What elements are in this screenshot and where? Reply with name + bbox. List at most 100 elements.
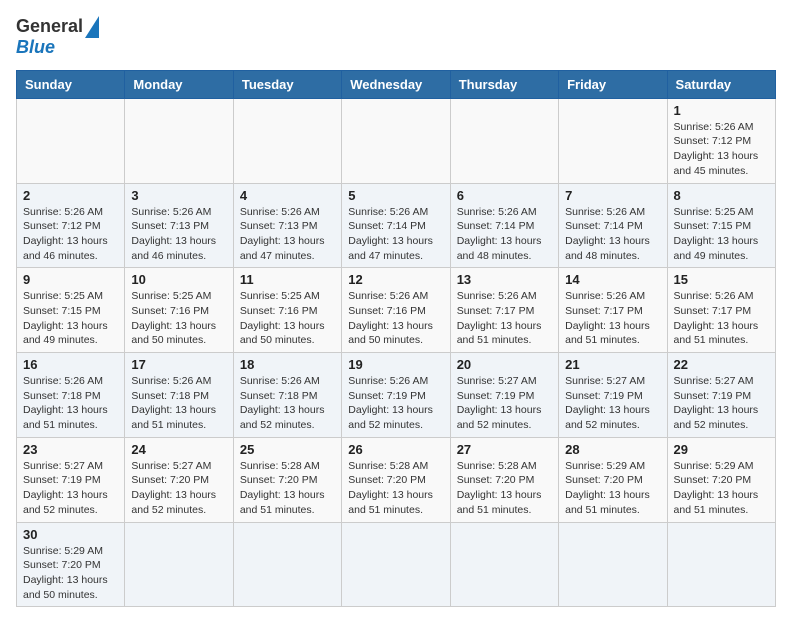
calendar-cell: 15 Sunrise: 5:26 AM Sunset: 7:17 PM Dayli…: [667, 268, 775, 353]
day-info: Sunrise: 5:27 AM Sunset: 7:19 PM Dayligh…: [457, 374, 552, 433]
calendar-cell: 13 Sunrise: 5:26 AM Sunset: 7:17 PM Dayli…: [450, 268, 558, 353]
day-number: 15: [674, 272, 769, 287]
calendar-cell: 24 Sunrise: 5:27 AM Sunset: 7:20 PM Dayli…: [125, 437, 233, 522]
day-number: 24: [131, 442, 226, 457]
day-info: Sunrise: 5:26 AM Sunset: 7:13 PM Dayligh…: [131, 205, 226, 264]
calendar-cell: 9 Sunrise: 5:25 AM Sunset: 7:15 PM Daylig…: [17, 268, 125, 353]
calendar-cell: 14 Sunrise: 5:26 AM Sunset: 7:17 PM Dayli…: [559, 268, 667, 353]
calendar-cell: [17, 98, 125, 183]
day-number: 10: [131, 272, 226, 287]
day-number: 26: [348, 442, 443, 457]
day-number: 20: [457, 357, 552, 372]
calendar-cell: 21 Sunrise: 5:27 AM Sunset: 7:19 PM Dayli…: [559, 353, 667, 438]
day-info: Sunrise: 5:26 AM Sunset: 7:13 PM Dayligh…: [240, 205, 335, 264]
day-number: 9: [23, 272, 118, 287]
day-number: 6: [457, 188, 552, 203]
day-info: Sunrise: 5:29 AM Sunset: 7:20 PM Dayligh…: [23, 544, 118, 603]
day-number: 28: [565, 442, 660, 457]
calendar-cell: [559, 522, 667, 607]
day-number: 2: [23, 188, 118, 203]
calendar-cell: [125, 522, 233, 607]
calendar-cell: 4 Sunrise: 5:26 AM Sunset: 7:13 PM Daylig…: [233, 183, 341, 268]
calendar-cell: 26 Sunrise: 5:28 AM Sunset: 7:20 PM Dayli…: [342, 437, 450, 522]
day-info: Sunrise: 5:26 AM Sunset: 7:18 PM Dayligh…: [240, 374, 335, 433]
day-info: Sunrise: 5:27 AM Sunset: 7:19 PM Dayligh…: [565, 374, 660, 433]
calendar-cell: 17 Sunrise: 5:26 AM Sunset: 7:18 PM Dayli…: [125, 353, 233, 438]
calendar-week-3: 9 Sunrise: 5:25 AM Sunset: 7:15 PM Daylig…: [17, 268, 776, 353]
calendar-cell: 23Sunrise: 5:27 AM Sunset: 7:19 PM Dayli…: [17, 437, 125, 522]
calendar-cell: [559, 98, 667, 183]
calendar-cell: 8 Sunrise: 5:25 AM Sunset: 7:15 PM Daylig…: [667, 183, 775, 268]
day-number: 3: [131, 188, 226, 203]
weekday-wednesday: Wednesday: [342, 70, 450, 98]
calendar-cell: 7Sunrise: 5:26 AM Sunset: 7:14 PM Daylig…: [559, 183, 667, 268]
day-info: Sunrise: 5:27 AM Sunset: 7:20 PM Dayligh…: [131, 459, 226, 518]
day-info: Sunrise: 5:26 AM Sunset: 7:17 PM Dayligh…: [457, 289, 552, 348]
calendar-cell: [450, 522, 558, 607]
day-number: 17: [131, 357, 226, 372]
day-info: Sunrise: 5:25 AM Sunset: 7:16 PM Dayligh…: [131, 289, 226, 348]
day-number: 14: [565, 272, 660, 287]
day-info: Sunrise: 5:28 AM Sunset: 7:20 PM Dayligh…: [457, 459, 552, 518]
day-number: 11: [240, 272, 335, 287]
day-info: Sunrise: 5:26 AM Sunset: 7:14 PM Dayligh…: [565, 205, 660, 264]
calendar-week-2: 2 Sunrise: 5:26 AM Sunset: 7:12 PM Daylig…: [17, 183, 776, 268]
logo-triangle-icon: [85, 16, 99, 38]
calendar-cell: 12Sunrise: 5:26 AM Sunset: 7:16 PM Dayli…: [342, 268, 450, 353]
logo-general: General: [16, 17, 83, 37]
day-number: 13: [457, 272, 552, 287]
header: General Blue: [16, 16, 776, 58]
day-number: 21: [565, 357, 660, 372]
calendar-cell: 22Sunrise: 5:27 AM Sunset: 7:19 PM Dayli…: [667, 353, 775, 438]
day-number: 27: [457, 442, 552, 457]
day-info: Sunrise: 5:26 AM Sunset: 7:12 PM Dayligh…: [674, 120, 769, 179]
day-info: Sunrise: 5:29 AM Sunset: 7:20 PM Dayligh…: [674, 459, 769, 518]
day-info: Sunrise: 5:26 AM Sunset: 7:12 PM Dayligh…: [23, 205, 118, 264]
calendar-cell: 19Sunrise: 5:26 AM Sunset: 7:19 PM Dayli…: [342, 353, 450, 438]
calendar-cell: 6 Sunrise: 5:26 AM Sunset: 7:14 PM Daylig…: [450, 183, 558, 268]
calendar-cell: 5 Sunrise: 5:26 AM Sunset: 7:14 PM Daylig…: [342, 183, 450, 268]
day-number: 4: [240, 188, 335, 203]
day-number: 5: [348, 188, 443, 203]
day-info: Sunrise: 5:25 AM Sunset: 7:15 PM Dayligh…: [674, 205, 769, 264]
day-info: Sunrise: 5:26 AM Sunset: 7:14 PM Dayligh…: [348, 205, 443, 264]
day-info: Sunrise: 5:26 AM Sunset: 7:18 PM Dayligh…: [131, 374, 226, 433]
weekday-saturday: Saturday: [667, 70, 775, 98]
day-info: Sunrise: 5:28 AM Sunset: 7:20 PM Dayligh…: [348, 459, 443, 518]
day-info: Sunrise: 5:26 AM Sunset: 7:17 PM Dayligh…: [674, 289, 769, 348]
day-info: Sunrise: 5:26 AM Sunset: 7:18 PM Dayligh…: [23, 374, 118, 433]
calendar-cell: 2 Sunrise: 5:26 AM Sunset: 7:12 PM Daylig…: [17, 183, 125, 268]
day-number: 23: [23, 442, 118, 457]
logo: General Blue: [16, 16, 99, 58]
day-number: 8: [674, 188, 769, 203]
calendar-cell: [342, 98, 450, 183]
calendar-cell: 27 Sunrise: 5:28 AM Sunset: 7:20 PM Dayli…: [450, 437, 558, 522]
calendar-week-5: 23Sunrise: 5:27 AM Sunset: 7:19 PM Dayli…: [17, 437, 776, 522]
day-info: Sunrise: 5:25 AM Sunset: 7:16 PM Dayligh…: [240, 289, 335, 348]
day-info: Sunrise: 5:25 AM Sunset: 7:15 PM Dayligh…: [23, 289, 118, 348]
logo-blue: Blue: [16, 38, 99, 58]
calendar-cell: [450, 98, 558, 183]
calendar-table: SundayMondayTuesdayWednesdayThursdayFrid…: [16, 70, 776, 608]
weekday-tuesday: Tuesday: [233, 70, 341, 98]
calendar-cell: 30 Sunrise: 5:29 AM Sunset: 7:20 PM Dayli…: [17, 522, 125, 607]
day-number: 18: [240, 357, 335, 372]
calendar-cell: 28Sunrise: 5:29 AM Sunset: 7:20 PM Dayli…: [559, 437, 667, 522]
calendar-cell: [233, 98, 341, 183]
day-info: Sunrise: 5:27 AM Sunset: 7:19 PM Dayligh…: [674, 374, 769, 433]
day-number: 19: [348, 357, 443, 372]
calendar-week-6: 30 Sunrise: 5:29 AM Sunset: 7:20 PM Dayli…: [17, 522, 776, 607]
calendar-cell: 1Sunrise: 5:26 AM Sunset: 7:12 PM Daylig…: [667, 98, 775, 183]
weekday-sunday: Sunday: [17, 70, 125, 98]
day-number: 12: [348, 272, 443, 287]
calendar-cell: 11 Sunrise: 5:25 AM Sunset: 7:16 PM Dayli…: [233, 268, 341, 353]
calendar-week-1: 1Sunrise: 5:26 AM Sunset: 7:12 PM Daylig…: [17, 98, 776, 183]
calendar-week-4: 16Sunrise: 5:26 AM Sunset: 7:18 PM Dayli…: [17, 353, 776, 438]
day-info: Sunrise: 5:26 AM Sunset: 7:17 PM Dayligh…: [565, 289, 660, 348]
calendar-cell: 18 Sunrise: 5:26 AM Sunset: 7:18 PM Dayli…: [233, 353, 341, 438]
weekday-header-row: SundayMondayTuesdayWednesdayThursdayFrid…: [17, 70, 776, 98]
day-info: Sunrise: 5:26 AM Sunset: 7:14 PM Dayligh…: [457, 205, 552, 264]
day-number: 30: [23, 527, 118, 542]
day-number: 29: [674, 442, 769, 457]
calendar-cell: 10 Sunrise: 5:25 AM Sunset: 7:16 PM Dayli…: [125, 268, 233, 353]
